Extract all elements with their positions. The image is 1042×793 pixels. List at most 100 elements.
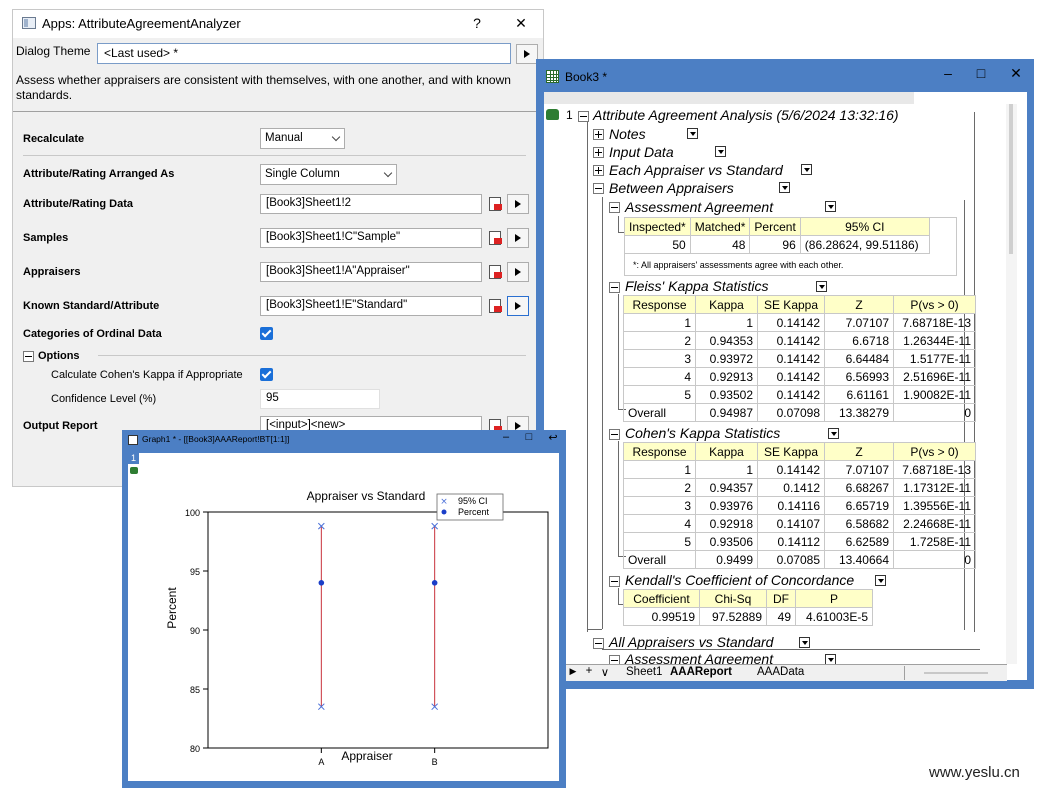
table-cell[interactable]: 3 [623,496,696,515]
assessment-node[interactable]: Assessment Agreement [625,199,773,215]
table-cell[interactable]: 4 [623,514,696,533]
table-cell[interactable]: 0.93506 [695,532,758,551]
table-cell[interactable]: 0.14107 [757,514,825,533]
dropdown-icon[interactable] [715,146,726,157]
expand-icon[interactable] [593,147,604,158]
ordinal-checkbox[interactable] [260,327,273,340]
table-cell[interactable]: 0.92913 [695,367,758,386]
table-cell[interactable]: 5 [623,532,696,551]
table-cell[interactable]: 6.68267 [824,478,894,497]
collapse-icon[interactable] [609,429,620,440]
theme-combo[interactable]: <Last used> * [97,43,511,64]
table-cell[interactable]: 0.9499 [695,550,758,569]
table-cell[interactable]: 2 [623,478,696,497]
collapse-icon[interactable] [23,351,34,362]
table-cell[interactable]: 7.68718E-13 [893,460,976,479]
expand-icon[interactable] [593,129,604,140]
collapse-icon[interactable] [593,638,604,649]
table-cell[interactable]: 0.07098 [757,403,825,422]
sheet-tab-aaareport[interactable]: AAAReport [670,666,732,678]
table-cell[interactable]: 48 [689,235,751,254]
table-cell[interactable]: 4.61003E-5 [795,607,873,626]
dropdown-icon[interactable] [825,201,836,212]
appraisers-field[interactable]: [Book3]Sheet1!A"Appraiser" [260,262,482,282]
dropdown-icon[interactable] [875,575,886,586]
table-cell[interactable]: 0.14142 [757,385,825,404]
table-cell[interactable]: 0.94357 [695,478,758,497]
table-cell[interactable]: 0.07085 [757,550,825,569]
standard-arrow-button[interactable] [507,296,529,316]
table-cell[interactable]: 13.40664 [824,550,894,569]
horizontal-scrollbar[interactable] [924,672,988,674]
appraisers-arrow-button[interactable] [507,262,529,282]
table-cell[interactable]: 0 [893,403,976,422]
expand-icon[interactable] [593,165,604,176]
theme-arrow-button[interactable] [516,44,538,64]
table-cell[interactable]: 0.93972 [695,349,758,368]
maximize-button[interactable]: □ [517,431,541,443]
table-cell[interactable]: 0.14116 [757,496,825,515]
chart-plot[interactable]: Appraiser vs Standard 80 85 90 95 100 A B Appr… [128,453,559,781]
table-cell[interactable]: 97.52889 [699,607,767,626]
table-cell[interactable]: 6.62589 [824,532,894,551]
table-cell[interactable]: 4 [623,367,696,386]
collapse-icon[interactable] [578,111,589,122]
table-cell[interactable]: 1 [623,460,696,479]
table-cell[interactable]: 5 [623,385,696,404]
sheet-list-button[interactable]: ∨ [599,665,611,679]
minimize-button[interactable]: – [494,431,518,443]
table-cell[interactable]: 6.65719 [824,496,894,515]
dropdown-icon[interactable] [687,128,698,139]
table-cell[interactable]: 0.14112 [757,532,825,551]
close-button[interactable]: ✕ [509,15,533,32]
table-cell[interactable]: 6.58682 [824,514,894,533]
scrollbar-thumb[interactable] [1009,104,1013,254]
confidence-field[interactable]: 95 [260,389,380,409]
standard-field[interactable]: [Book3]Sheet1!E"Standard" [260,296,482,316]
sheet-tab-aaadata[interactable]: AAAData [757,666,804,678]
table-cell[interactable]: 2 [623,331,696,350]
table-cell[interactable]: 0.93502 [695,385,758,404]
dropdown-icon[interactable] [801,164,812,175]
minimize-button[interactable]: – [936,65,960,81]
input-data-node[interactable]: Input Data [609,144,674,160]
table-cell[interactable]: 6.6718 [824,331,894,350]
table-cell[interactable]: 1.5177E-11 [893,349,976,368]
sheet-nav-next-button[interactable]: ▶ [567,666,579,677]
collapse-icon[interactable] [593,183,604,194]
range-picker-icon[interactable] [485,262,505,282]
dropdown-icon[interactable] [799,637,810,648]
table-cell[interactable]: 1.90082E-11 [893,385,976,404]
table-cell[interactable]: 0.14142 [757,460,825,479]
table-cell[interactable]: 0.94987 [695,403,758,422]
table-cell[interactable]: 0.93976 [695,496,758,515]
data-arrow-button[interactable] [507,194,529,214]
table-cell[interactable]: (86.28624, 99.51186) [799,235,930,254]
table-cell[interactable]: 1 [623,313,696,332]
table-cell[interactable]: 0.14142 [757,313,825,332]
range-picker-icon[interactable] [485,296,505,316]
each-vs-standard-node[interactable]: Each Appraiser vs Standard [609,162,783,178]
cohen-checkbox[interactable] [260,368,273,381]
fleiss-node[interactable]: Fleiss' Kappa Statistics [625,278,769,294]
add-sheet-button[interactable]: + [583,665,595,677]
table-cell[interactable]: 1 [695,460,758,479]
range-picker-icon[interactable] [485,194,505,214]
table-cell[interactable]: 0.99519 [623,607,700,626]
table-cell[interactable]: 6.64484 [824,349,894,368]
table-cell[interactable]: 2.51696E-11 [893,367,976,386]
dropdown-icon[interactable] [779,182,790,193]
table-cell[interactable]: 0.14142 [757,331,825,350]
table-cell[interactable]: 0 [893,550,976,569]
notes-node[interactable]: Notes [609,126,646,142]
table-cell[interactable]: 0.92918 [695,514,758,533]
maximize-button[interactable]: □ [969,65,993,81]
table-cell[interactable]: Overall [623,550,696,569]
dropdown-icon[interactable] [816,281,827,292]
kendall-node[interactable]: Kendall's Coefficient of Concordance [625,572,854,588]
vertical-scrollbar[interactable] [1006,104,1017,664]
table-cell[interactable]: Overall [623,403,696,422]
table-cell[interactable]: 13.38279 [824,403,894,422]
table-cell[interactable]: 0.94353 [695,331,758,350]
samples-field[interactable]: [Book3]Sheet1!C"Sample" [260,228,482,248]
